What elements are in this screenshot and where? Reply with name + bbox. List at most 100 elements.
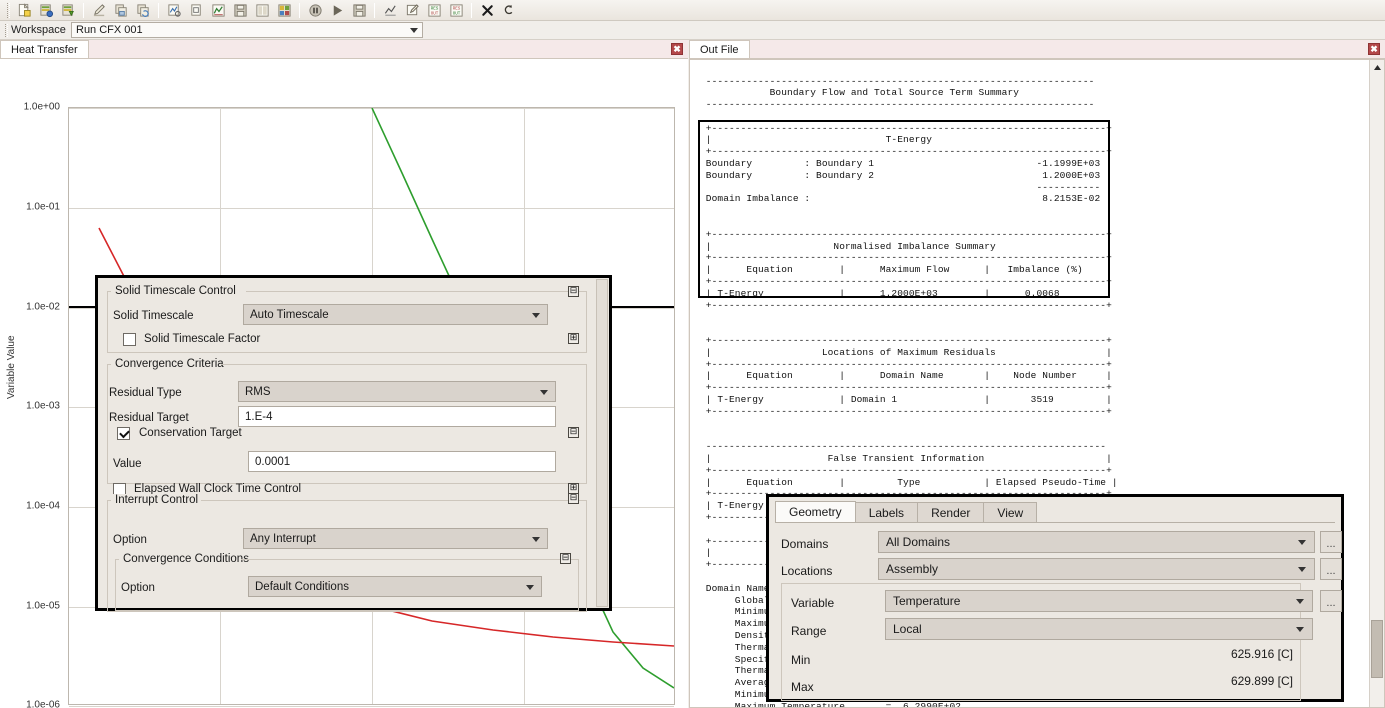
chevron-down-icon xyxy=(1298,567,1306,572)
save-state-icon[interactable] xyxy=(349,1,369,19)
locations-browse-button[interactable]: ... xyxy=(1320,558,1342,580)
interrupt-option-label: Option xyxy=(113,534,147,546)
open-solver-file-icon[interactable] xyxy=(36,1,56,19)
stop-run-icon[interactable] xyxy=(477,1,497,19)
toolbar-separator xyxy=(471,2,472,18)
new-chart-icon[interactable] xyxy=(208,1,228,19)
out-file-tabbar: Out File ✖ xyxy=(689,40,1385,59)
edit-run-definition-icon[interactable] xyxy=(89,1,109,19)
workspace-bar: Workspace Run CFX 001 xyxy=(0,21,1385,40)
out-file-scrollbar[interactable] xyxy=(1369,60,1384,707)
conservation-target-checkbox[interactable] xyxy=(117,427,130,440)
tab-labels[interactable]: Labels xyxy=(854,502,919,523)
conservation-value-value: 0.0001 xyxy=(255,455,291,468)
residual-type-value: RMS xyxy=(245,385,271,398)
convergence-conditions-option-label: Option xyxy=(121,582,155,594)
residual-target-label: Residual Target xyxy=(109,412,189,424)
collapse-icon[interactable]: ⊟ xyxy=(560,553,571,564)
edit-chart-icon[interactable] xyxy=(380,1,400,19)
table-view-icon[interactable] xyxy=(252,1,272,19)
solver-control-dialog: Solid Timescale Control ⊟ Solid Timescal… xyxy=(95,275,612,612)
y-tick-label: 1.0e-04 xyxy=(26,500,60,512)
tab-render[interactable]: Render xyxy=(917,502,985,523)
min-label: Min xyxy=(791,653,811,667)
tab-out-file[interactable]: Out File xyxy=(689,40,750,58)
undo-icon[interactable] xyxy=(499,1,519,19)
tab-view[interactable]: View xyxy=(983,502,1038,523)
min-value: 625.916 [C] xyxy=(1230,647,1293,661)
save-chart-icon[interactable] xyxy=(230,1,250,19)
range-value: Local xyxy=(893,622,922,636)
edit-monitor-icon[interactable] xyxy=(402,1,422,19)
start-run-icon[interactable] xyxy=(327,1,347,19)
locations-select[interactable]: Assembly xyxy=(878,558,1315,580)
y-tick-label: 1.0e-03 xyxy=(26,400,60,412)
scrollbar-thumb[interactable] xyxy=(1371,620,1383,678)
workspace-bar-grip[interactable] xyxy=(5,23,8,37)
chevron-up-icon[interactable] xyxy=(1370,60,1384,74)
toolbar-separator xyxy=(299,2,300,18)
collapse-icon[interactable]: ⊟ xyxy=(568,286,579,297)
conservation-value-label: Value xyxy=(113,458,142,470)
expand-icon[interactable]: ⊞ xyxy=(568,333,579,344)
group-solid-timescale-title: Solid Timescale Control xyxy=(111,285,240,297)
tab-render-label: Render xyxy=(931,506,971,520)
collapse-icon[interactable]: ⊟ xyxy=(568,427,579,438)
pause-icon[interactable] xyxy=(305,1,325,19)
chart-y-axis-labels: 1.0e+00 1.0e-01 1.0e-02 1.0e-03 1.0e-04 … xyxy=(0,59,68,708)
tab-heat-transfer-label: Heat Transfer xyxy=(11,43,78,56)
residual-type-select[interactable]: RMS xyxy=(238,381,556,402)
solid-timescale-factor-checkbox[interactable] xyxy=(123,333,136,346)
res-import-icon[interactable]: RES OUT xyxy=(446,1,466,19)
duplicate-run-icon[interactable] xyxy=(111,1,131,19)
workspace-label: Workspace xyxy=(11,24,66,36)
geometry-tab-content: Domains All Domains ... Locations Assemb… xyxy=(775,523,1342,701)
group-interrupt-control-title: Interrupt Control xyxy=(111,494,203,506)
out-file-highlight-box xyxy=(698,120,1110,298)
conservation-target-label: Conservation Target xyxy=(139,427,242,439)
toolbar-grip[interactable] xyxy=(7,2,10,18)
restart-run-icon[interactable] xyxy=(133,1,153,19)
chevron-down-icon xyxy=(1296,627,1304,632)
domains-select[interactable]: All Domains xyxy=(878,531,1315,553)
conservation-value-input[interactable]: 0.0001 xyxy=(248,451,556,472)
collapse-icon[interactable]: ⊟ xyxy=(568,493,579,504)
workspace-properties-icon[interactable] xyxy=(186,1,206,19)
tab-labels-label: Labels xyxy=(868,506,905,520)
group-border-stub xyxy=(107,500,111,501)
locations-browse-label: ... xyxy=(1326,565,1336,577)
range-select[interactable]: Local xyxy=(885,618,1313,640)
multi-view-icon[interactable] xyxy=(274,1,294,19)
y-tick-label: 1.0e-02 xyxy=(26,301,60,313)
residual-target-input[interactable]: 1.E-4 xyxy=(238,406,556,427)
domains-browse-button[interactable]: ... xyxy=(1320,531,1342,553)
locations-label: Locations xyxy=(781,564,833,578)
max-value: 629.899 [C] xyxy=(1230,674,1293,688)
variable-value: Temperature xyxy=(893,594,961,608)
variable-select[interactable]: Temperature xyxy=(885,590,1313,612)
save-solver-file-icon[interactable] xyxy=(58,1,78,19)
group-border-stub xyxy=(107,364,111,365)
interrupt-option-select[interactable]: Any Interrupt xyxy=(243,528,548,549)
close-icon[interactable]: ✖ xyxy=(671,43,683,55)
close-icon[interactable]: ✖ xyxy=(1368,43,1380,55)
chevron-down-icon xyxy=(410,28,418,33)
chevron-down-icon xyxy=(526,585,534,590)
workspace-select[interactable]: Run CFX 001 xyxy=(71,22,423,38)
tab-heat-transfer[interactable]: Heat Transfer xyxy=(0,40,89,58)
solid-timescale-select[interactable]: Auto Timescale xyxy=(243,304,548,325)
group-border-stub xyxy=(107,291,111,292)
group-border-top xyxy=(221,364,587,365)
max-label: Max xyxy=(791,680,814,694)
solver-control-scrollbar[interactable] xyxy=(596,279,608,607)
chevron-down-icon xyxy=(1298,540,1306,545)
variable-browse-button[interactable]: ... xyxy=(1320,590,1342,612)
chevron-down-icon xyxy=(532,537,540,542)
details-tabbar: Geometry Labels Render View xyxy=(775,501,1038,523)
res-export-icon[interactable]: RES OUT xyxy=(424,1,444,19)
convergence-conditions-option-select[interactable]: Default Conditions xyxy=(248,576,542,597)
tab-geometry[interactable]: Geometry xyxy=(775,501,856,523)
monitor-icon[interactable] xyxy=(164,1,184,19)
new-simulation-icon[interactable] xyxy=(14,1,34,19)
range-label: Range xyxy=(791,624,827,638)
